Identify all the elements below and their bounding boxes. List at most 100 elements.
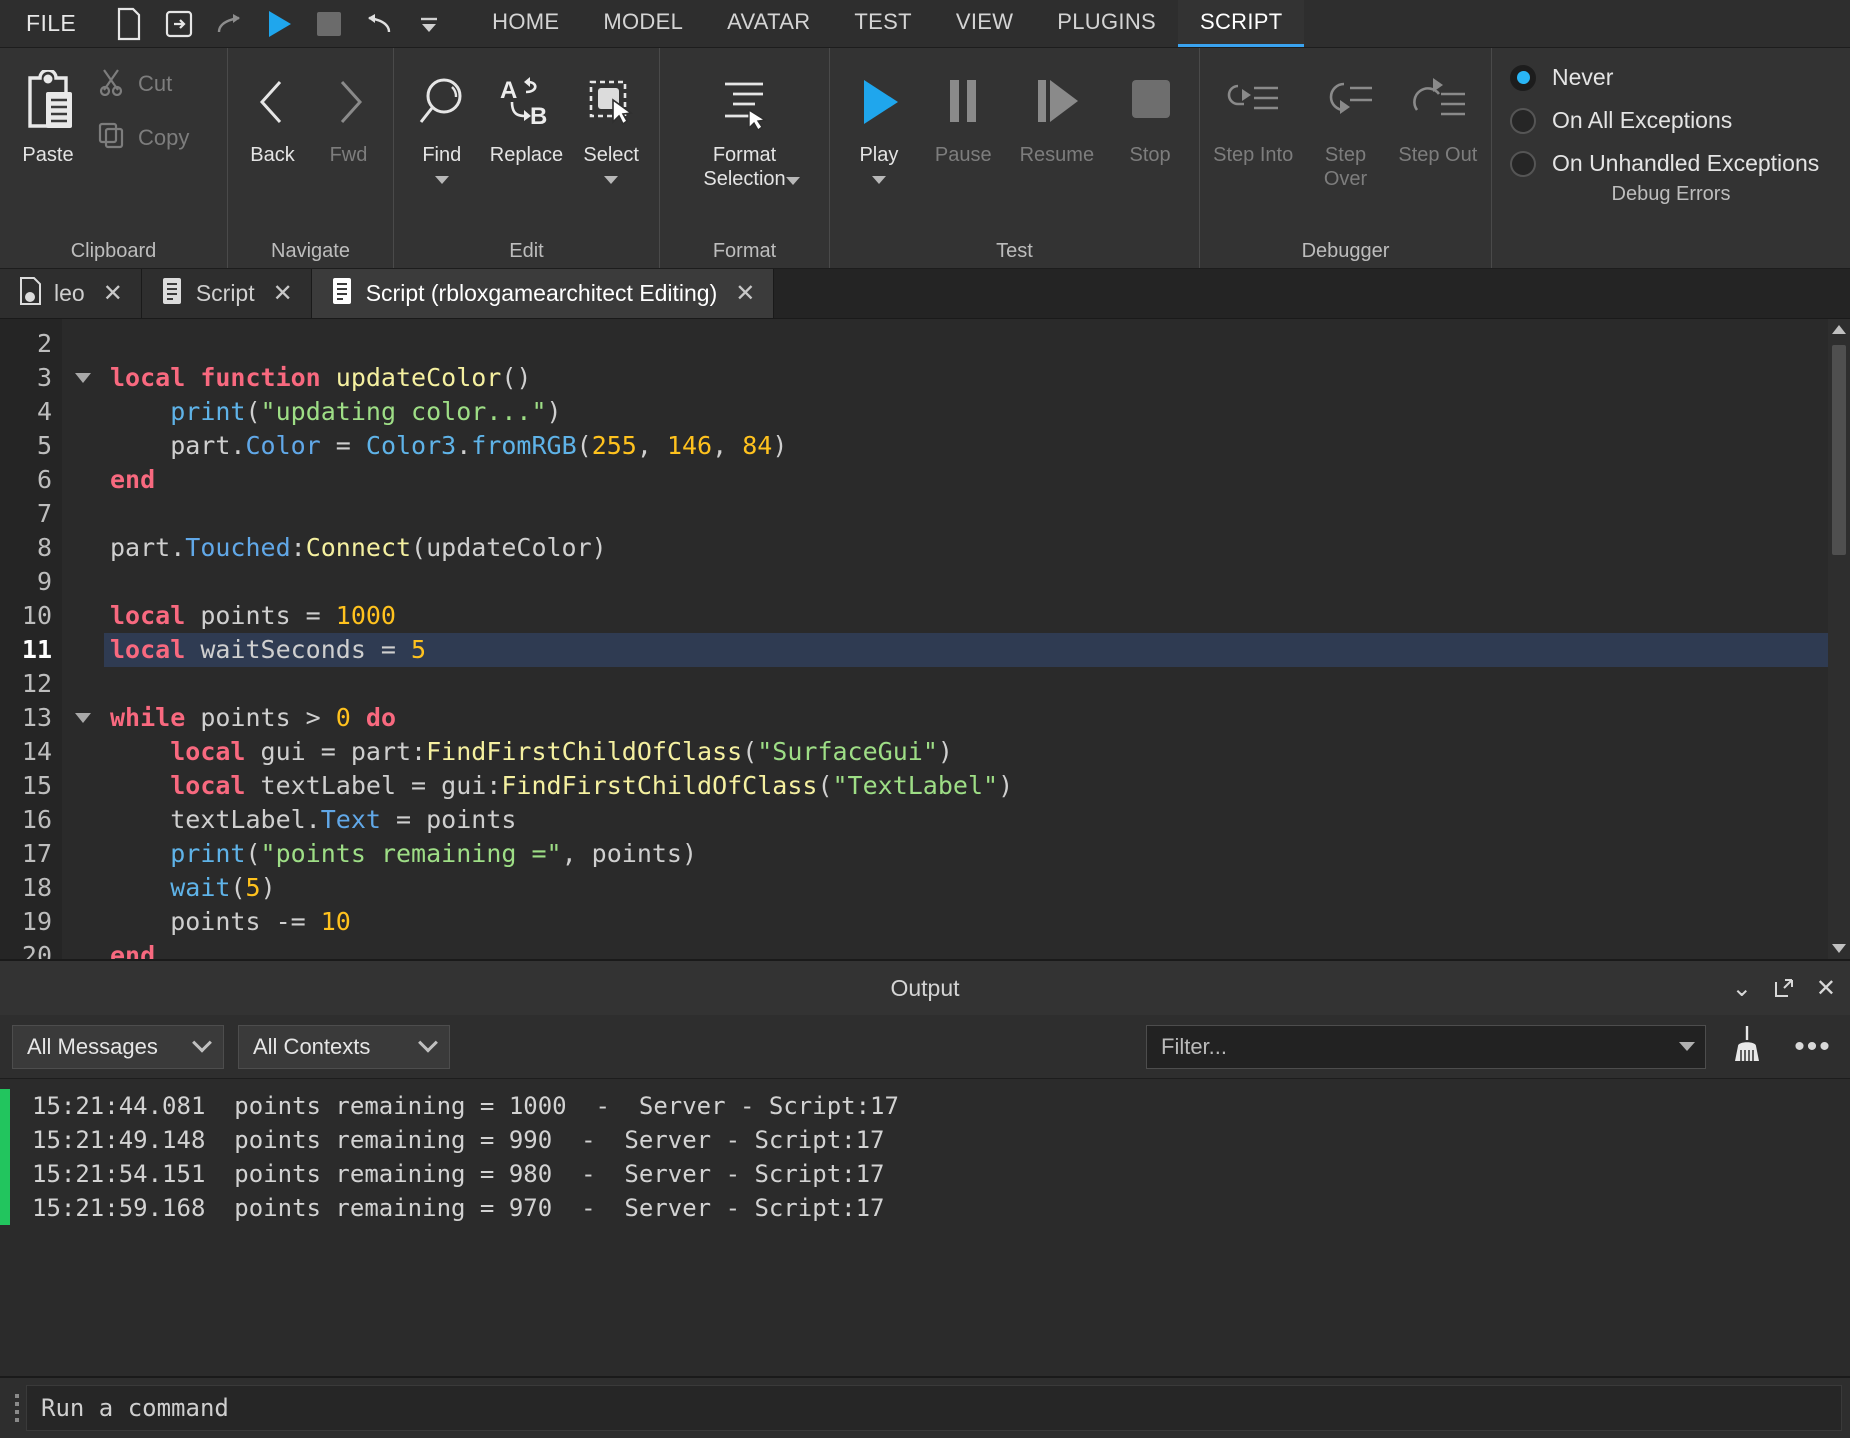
doc-tab-script-editing[interactable]: Script (rbloxgamearchitect Editing) ✕ xyxy=(311,269,775,318)
find-button[interactable]: Find xyxy=(406,60,478,190)
new-file-icon[interactable] xyxy=(108,3,150,45)
close-icon[interactable]: ✕ xyxy=(273,279,293,308)
code-line[interactable]: print("updating color...") xyxy=(104,395,1850,429)
overflow-caret-icon[interactable] xyxy=(408,3,450,45)
output-log[interactable]: 15:21:44.081 points remaining = 1000 - S… xyxy=(0,1079,1850,1376)
forward-button[interactable]: Fwd xyxy=(313,60,385,174)
resume-button[interactable]: Resume xyxy=(1012,60,1102,174)
tab-test[interactable]: TEST xyxy=(832,0,933,47)
code-line[interactable]: textLabel.Text = points xyxy=(104,803,1850,837)
play-icon[interactable] xyxy=(258,3,300,45)
undo-icon[interactable] xyxy=(358,3,400,45)
code-line[interactable]: while points > 0 do xyxy=(104,701,1850,735)
chevron-down-icon[interactable] xyxy=(604,175,619,184)
code-token: points = xyxy=(200,601,336,630)
format-selection-button[interactable]: Format Selection xyxy=(682,60,808,191)
code-line[interactable]: part.Touched:Connect(updateColor) xyxy=(104,531,1850,565)
tab-home[interactable]: HOME xyxy=(470,0,581,47)
undock-icon[interactable] xyxy=(1772,976,1796,1000)
code-token: part. xyxy=(110,431,246,460)
code-token: , xyxy=(712,431,743,460)
code-line[interactable]: end xyxy=(104,463,1850,497)
radio-never[interactable]: Never xyxy=(1510,64,1836,91)
fold-gutter[interactable] xyxy=(62,319,104,959)
code-line[interactable]: wait(5) xyxy=(104,871,1850,905)
step-into-button[interactable]: Step Into xyxy=(1210,60,1296,174)
log-entry[interactable]: 15:21:49.148 points remaining = 990 - Se… xyxy=(0,1123,1850,1157)
context-filter-select[interactable]: All Contexts xyxy=(238,1024,450,1069)
code-line[interactable] xyxy=(104,565,1850,599)
tab-script[interactable]: SCRIPT xyxy=(1177,0,1305,47)
log-entry-text: 15:21:44.081 points remaining = 1000 - S… xyxy=(32,1092,899,1120)
close-icon[interactable]: ✕ xyxy=(1816,974,1836,1003)
tab-avatar[interactable]: AVATAR xyxy=(705,0,832,47)
chevron-down-icon[interactable] xyxy=(1679,1042,1695,1051)
radio-on-unhandled-exceptions[interactable]: On Unhandled Exceptions xyxy=(1510,150,1836,177)
stop-button[interactable]: Stop xyxy=(1114,60,1186,174)
replace-ab-icon: A B xyxy=(496,66,556,138)
fold-toggle-icon[interactable] xyxy=(62,361,104,395)
roblox-studio-window: FILE HOME MODEL AVATAR TEST VIEW PLUGINS… xyxy=(0,0,1850,1438)
clear-output-button[interactable] xyxy=(1720,1024,1774,1069)
line-number: 9 xyxy=(36,567,52,596)
editor-vertical-scrollbar[interactable] xyxy=(1828,319,1850,959)
tab-plugins[interactable]: PLUGINS xyxy=(1035,0,1178,47)
step-over-button[interactable]: Step Over xyxy=(1302,60,1388,197)
tab-view[interactable]: VIEW xyxy=(934,0,1035,47)
close-icon[interactable]: ✕ xyxy=(735,279,755,308)
code-line[interactable]: local gui = part:FindFirstChildOfClass("… xyxy=(104,735,1850,769)
code-line[interactable] xyxy=(104,327,1850,361)
filter-input[interactable]: Filter... xyxy=(1146,1024,1706,1069)
close-icon[interactable]: ✕ xyxy=(103,279,123,308)
code-line[interactable] xyxy=(104,497,1850,531)
code-area[interactable]: local function updateColor() print("upda… xyxy=(104,319,1850,959)
scrollbar-thumb[interactable] xyxy=(1832,345,1846,555)
code-editor[interactable]: 2 3 4 5 6 7 8 9 10 11 12 13 14 15 16 17 18 19 20 local fun… xyxy=(0,319,1850,959)
paste-button[interactable]: Paste xyxy=(10,60,86,174)
radio-on-all-exceptions[interactable]: On All Exceptions xyxy=(1510,107,1836,134)
pause-button[interactable]: Pause xyxy=(927,60,1000,174)
doc-tab-leo[interactable]: leo ✕ xyxy=(0,269,142,318)
chevron-down-icon[interactable] xyxy=(785,177,800,186)
replace-button[interactable]: A B Replace xyxy=(482,60,571,174)
chevron-down-icon[interactable] xyxy=(434,175,449,184)
doc-tab-script[interactable]: Script ✕ xyxy=(141,269,312,318)
code-line[interactable] xyxy=(104,667,1850,701)
code-line[interactable]: local points = 1000 xyxy=(104,599,1850,633)
code-token: points -= xyxy=(110,907,321,936)
code-line[interactable]: end xyxy=(104,939,1850,959)
file-menu-button[interactable]: FILE xyxy=(0,0,102,47)
open-file-icon[interactable] xyxy=(158,3,200,45)
command-input[interactable]: Run a command xyxy=(26,1385,1842,1431)
drag-grip-icon[interactable] xyxy=(8,1391,26,1425)
select-button[interactable]: Select xyxy=(575,60,647,190)
scroll-down-arrow-icon[interactable] xyxy=(1832,944,1846,953)
collapse-chevron-icon[interactable]: ⌄ xyxy=(1732,974,1752,1003)
stop-icon[interactable] xyxy=(308,3,350,45)
code-line[interactable]: local textLabel = gui:FindFirstChildOfCl… xyxy=(104,769,1850,803)
redo-icon[interactable] xyxy=(208,3,250,45)
chevron-down-icon[interactable] xyxy=(871,175,886,184)
back-button[interactable]: Back xyxy=(237,60,309,174)
code-line[interactable]: local waitSeconds = 5 xyxy=(104,633,1850,667)
code-line[interactable]: points -= 10 xyxy=(104,905,1850,939)
code-line[interactable]: print("points remaining =", points) xyxy=(104,837,1850,871)
step-out-button[interactable]: Step Out xyxy=(1395,60,1481,174)
output-more-options-button[interactable]: ••• xyxy=(1788,1030,1838,1064)
code-token: print xyxy=(170,397,246,426)
code-line[interactable]: local function updateColor() xyxy=(104,361,1850,395)
log-entry[interactable]: 15:21:44.081 points remaining = 1000 - S… xyxy=(0,1089,1850,1123)
fold-toggle-icon[interactable] xyxy=(62,701,104,735)
message-filter-select[interactable]: All Messages xyxy=(12,1024,224,1069)
log-entry[interactable]: 15:21:54.151 points remaining = 980 - Se… xyxy=(0,1157,1850,1191)
code-line[interactable]: part.Color = Color3.fromRGB(255, 146, 84… xyxy=(104,429,1850,463)
tab-model[interactable]: MODEL xyxy=(581,0,705,47)
play-button[interactable]: Play xyxy=(843,60,915,190)
log-entry[interactable]: 15:21:59.168 points remaining = 970 - Se… xyxy=(0,1191,1850,1225)
scroll-up-arrow-icon[interactable] xyxy=(1832,325,1846,334)
cut-button[interactable]: Cut xyxy=(90,64,195,104)
copy-button[interactable]: Copy xyxy=(90,118,195,158)
